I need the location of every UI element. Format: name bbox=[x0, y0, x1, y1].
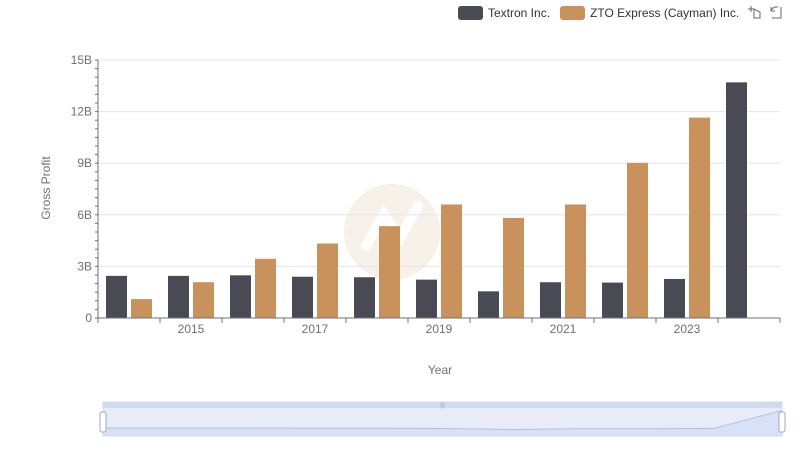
bar-textron-2019[interactable] bbox=[416, 279, 437, 318]
bar-textron-2015[interactable] bbox=[168, 275, 189, 318]
slider-grip-icon[interactable]: ||| bbox=[440, 403, 445, 409]
y-tick-label: 15B bbox=[71, 53, 92, 67]
bar-chart: 0 3B 6B 9B 12B 15B 2015 2017 2019 2021 2023 Gross … bbox=[39, 53, 786, 437]
bar-textron-2018[interactable] bbox=[354, 277, 375, 318]
slider-end-handle[interactable] bbox=[778, 411, 786, 433]
bar-zto-2021[interactable] bbox=[565, 204, 586, 318]
x-tick-label: 2015 bbox=[178, 322, 205, 336]
bar-textron-2021[interactable] bbox=[540, 282, 561, 318]
bar-zto-2017[interactable] bbox=[317, 243, 338, 318]
bar-zto-2015[interactable] bbox=[193, 282, 214, 318]
bar-zto-2023[interactable] bbox=[689, 117, 710, 319]
bar-zto-2014[interactable] bbox=[131, 299, 152, 318]
y-tick-label: 6B bbox=[77, 208, 92, 222]
bar-zto-2016[interactable] bbox=[255, 258, 276, 318]
bar-zto-2022[interactable] bbox=[627, 162, 648, 318]
bar-zto-2020[interactable] bbox=[503, 217, 524, 318]
bar-textron-2024[interactable] bbox=[726, 82, 747, 318]
y-tick-label: 9B bbox=[77, 156, 92, 170]
bar-textron-2023[interactable] bbox=[664, 278, 685, 318]
slider-start-handle[interactable] bbox=[99, 411, 107, 433]
y-axis-title: Gross Profit bbox=[39, 156, 53, 220]
bar-textron-2017[interactable] bbox=[292, 276, 313, 318]
bar-textron-2020[interactable] bbox=[478, 291, 499, 318]
bar-textron-2014[interactable] bbox=[106, 275, 127, 318]
bar-zto-2019[interactable] bbox=[441, 204, 462, 318]
bar-zto-2018[interactable] bbox=[379, 226, 400, 318]
data-zoom-slider[interactable]: ||| bbox=[99, 401, 786, 437]
y-tick-label: 12B bbox=[71, 105, 92, 119]
x-tick-label: 2019 bbox=[426, 322, 453, 336]
x-tick-label: 2023 bbox=[674, 322, 701, 336]
y-tick-label: 3B bbox=[77, 259, 92, 273]
x-tick-label: 2021 bbox=[550, 322, 577, 336]
bar-textron-2016[interactable] bbox=[230, 275, 251, 318]
x-axis-title: Year bbox=[428, 363, 452, 377]
x-tick-label: 2017 bbox=[302, 322, 329, 336]
y-tick-label: 0 bbox=[85, 311, 92, 325]
bar-textron-2022[interactable] bbox=[602, 282, 623, 318]
